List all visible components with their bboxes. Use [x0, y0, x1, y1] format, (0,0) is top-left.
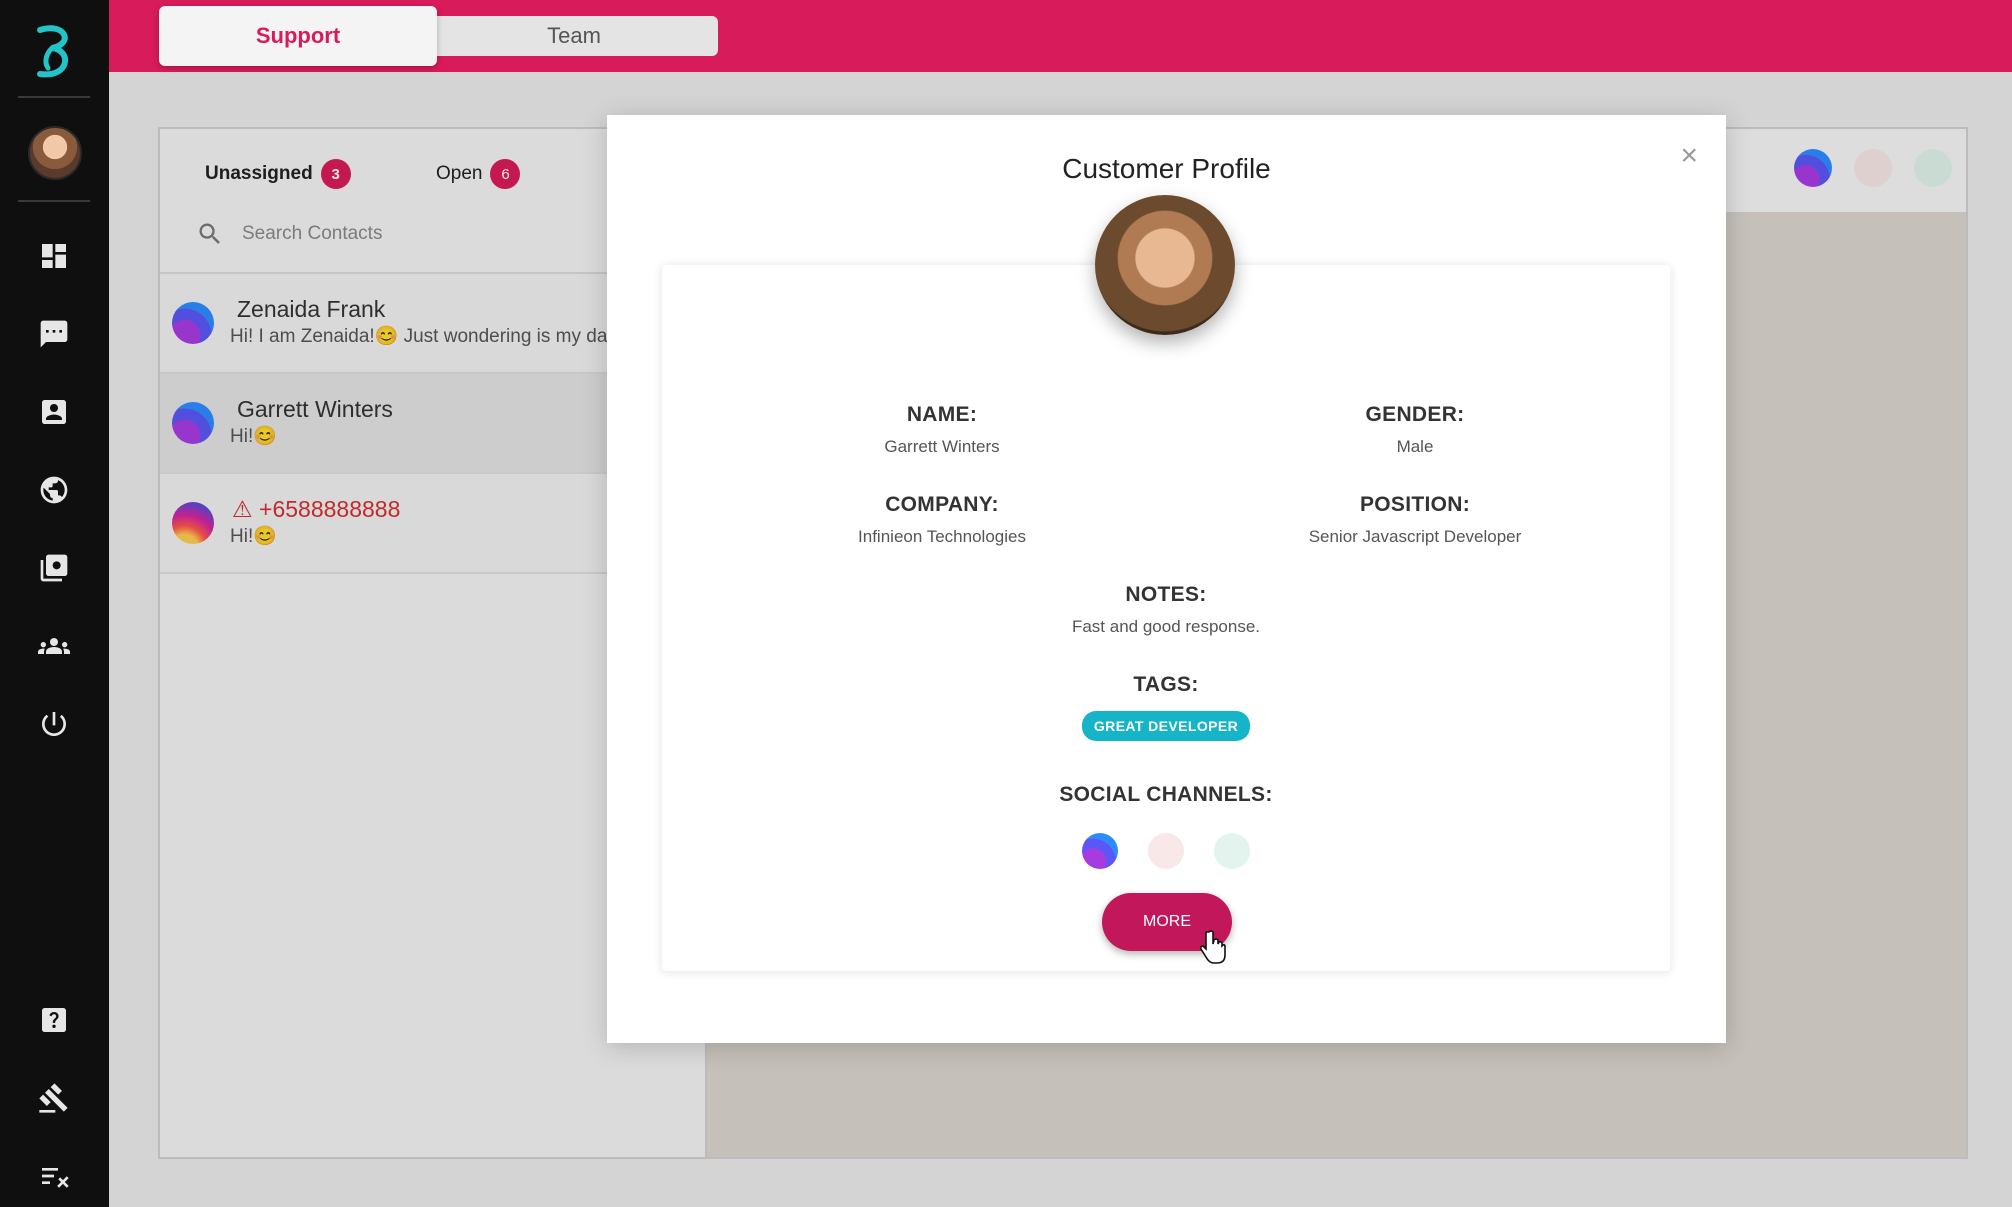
tag-chip[interactable]: GREAT DEVELOPER	[1081, 711, 1251, 741]
social-channels-label: SOCIAL CHANNELS:	[1059, 783, 1273, 806]
close-icon[interactable]: ×	[1680, 139, 1698, 173]
user-avatar[interactable]	[28, 126, 82, 180]
whatsapp-icon[interactable]	[1214, 833, 1250, 869]
customer-avatar	[1095, 195, 1235, 335]
name-value: Garrett Winters	[884, 437, 1000, 456]
dashboard-icon[interactable]	[34, 236, 74, 276]
globe-icon[interactable]	[34, 470, 74, 510]
gender-value: Male	[1396, 437, 1434, 456]
power-icon[interactable]	[34, 704, 74, 744]
notes-label: NOTES:	[1125, 583, 1207, 606]
position-value: Senior Javascript Developer	[1308, 527, 1522, 546]
tab-team[interactable]: Team	[430, 16, 718, 56]
sidebar-divider	[18, 96, 90, 98]
name-label: NAME:	[906, 403, 978, 426]
notes-field: NOTES: Fast and good response.	[966, 583, 1366, 637]
hand-cursor-icon	[1200, 930, 1226, 964]
tags-label: TAGS:	[1133, 673, 1199, 696]
messenger-icon[interactable]	[1082, 833, 1118, 869]
gender-field: GENDER: Male	[1240, 403, 1590, 457]
media-icon[interactable]	[34, 548, 74, 588]
team-icon[interactable]	[34, 626, 74, 666]
company-value: Infinieon Technologies	[858, 527, 1026, 546]
instagram-icon[interactable]	[1148, 833, 1184, 869]
profile-card: NAME: Garrett Winters GENDER: Male COMPA…	[662, 265, 1670, 971]
tools-icon[interactable]	[34, 1078, 74, 1118]
modal-title: Customer Profile	[1062, 153, 1271, 184]
social-channel-icons	[966, 833, 1366, 869]
social-channels-field: SOCIAL CHANNELS:	[966, 783, 1366, 869]
sidebar	[0, 0, 109, 1207]
gender-label: GENDER:	[1365, 403, 1465, 426]
company-field: COMPANY: Infinieon Technologies	[792, 493, 1092, 547]
app-logo-icon[interactable]	[26, 22, 82, 82]
help-icon[interactable]	[34, 1000, 74, 1040]
tab-support[interactable]: Support	[159, 6, 437, 66]
position-field: POSITION: Senior Javascript Developer	[1240, 493, 1590, 547]
sidebar-divider	[18, 200, 90, 202]
customer-profile-modal: Customer Profile × NAME: Garrett Winters…	[607, 115, 1726, 1043]
contacts-icon[interactable]	[34, 392, 74, 432]
name-field: NAME: Garrett Winters	[792, 403, 1092, 457]
notes-value: Fast and good response.	[1071, 617, 1261, 636]
position-label: POSITION:	[1359, 493, 1471, 516]
company-label: COMPANY:	[885, 493, 999, 516]
chat-icon[interactable]	[34, 314, 74, 354]
task-list-icon[interactable]	[34, 1156, 74, 1196]
tags-field: TAGS: GREAT DEVELOPER	[966, 673, 1366, 741]
